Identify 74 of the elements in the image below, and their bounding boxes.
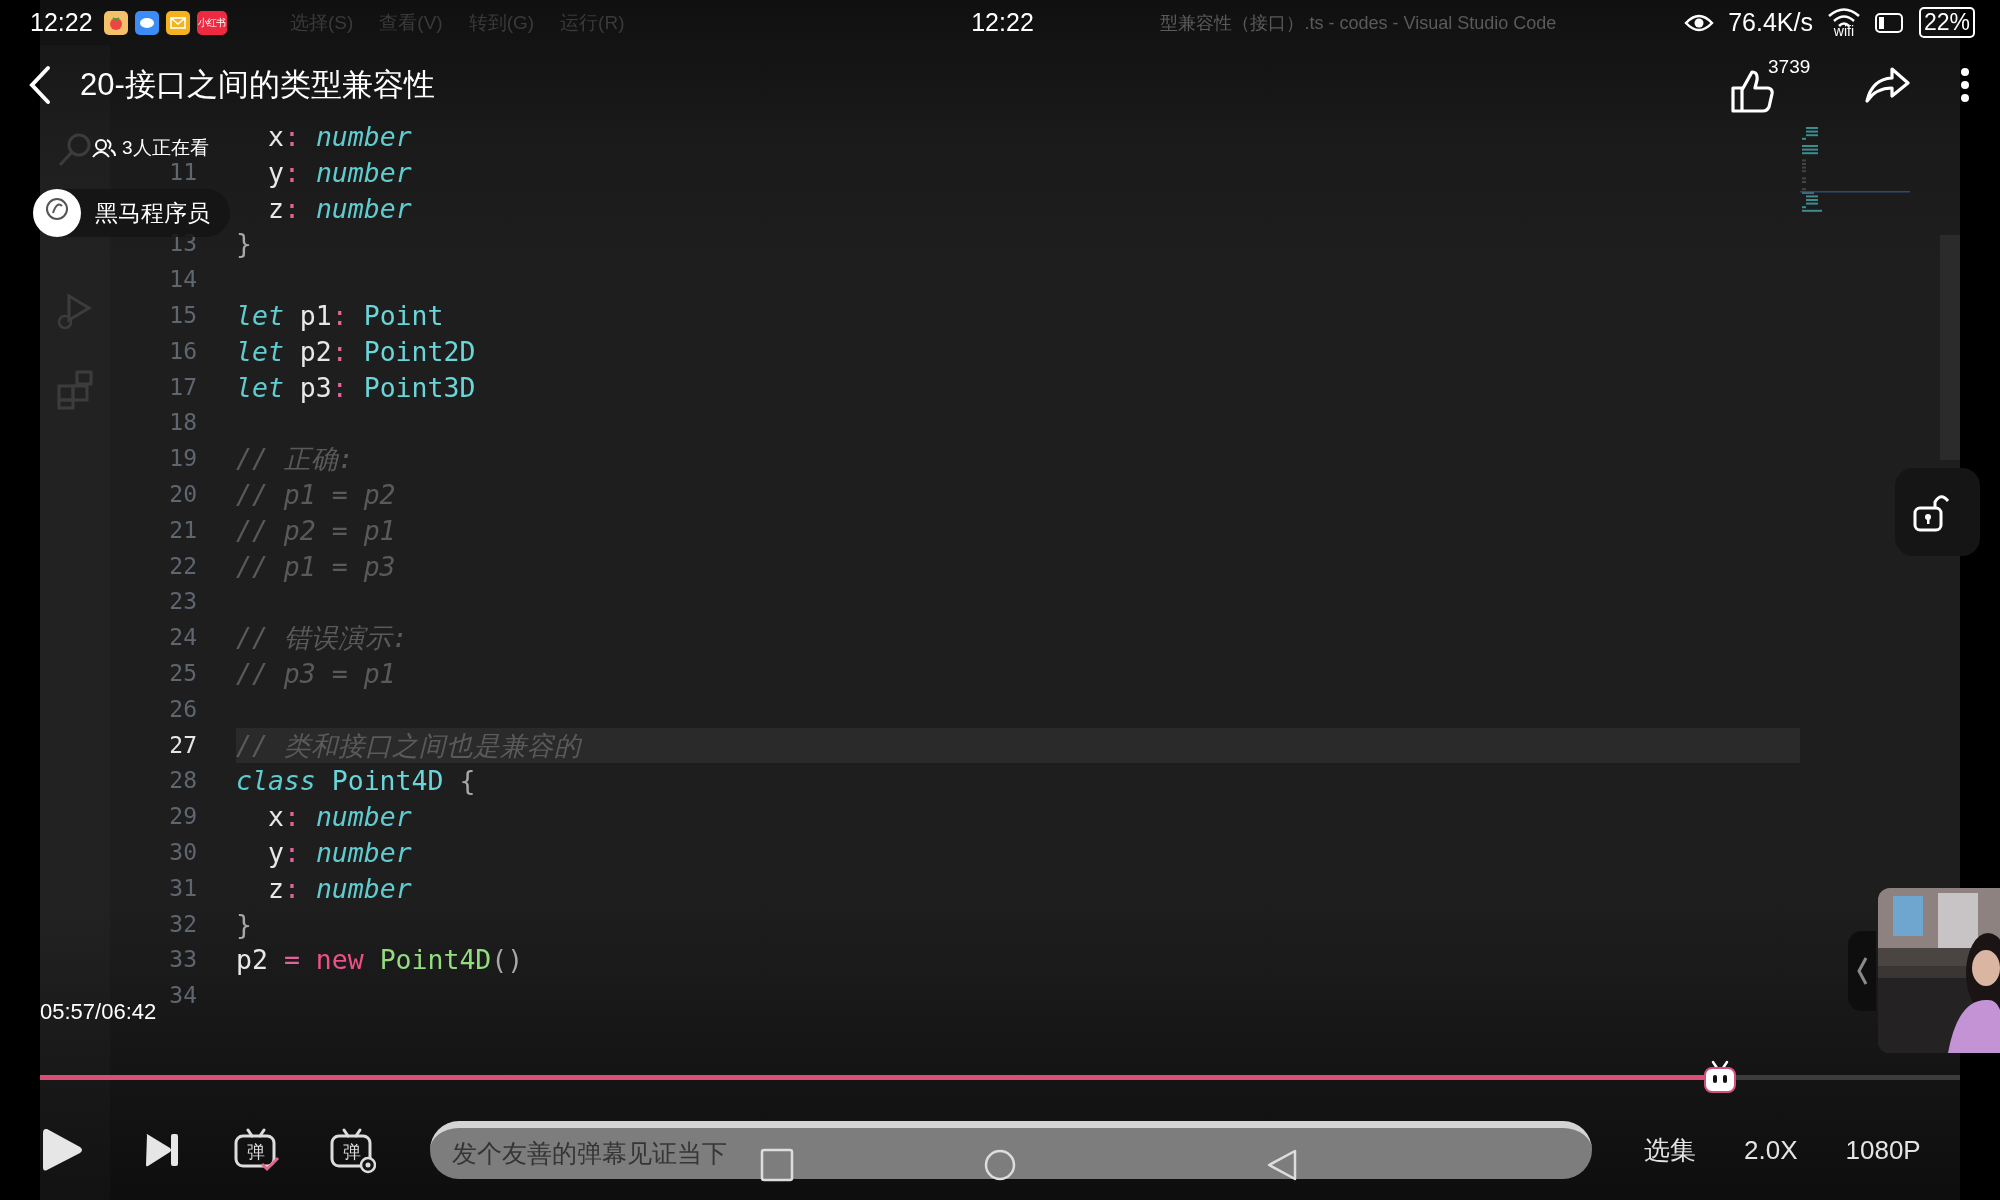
code-line: p2 = new Point4D() (236, 943, 525, 978)
code-line: // 正确: (236, 442, 355, 477)
share-button[interactable] (1864, 65, 1910, 105)
line-number: 20 (169, 479, 197, 509)
episodes-button[interactable]: 选集 (1644, 1132, 1696, 1168)
code-line: // p3 = p1 (236, 656, 397, 691)
line-number: 21 (169, 515, 197, 545)
code-line: // p1 = p2 (236, 477, 397, 512)
line-number: 16 (169, 336, 197, 366)
line-number: 32 (169, 909, 197, 939)
chevron-icon (1856, 955, 1868, 986)
code-line: z: number (268, 191, 413, 226)
code-line: z: number (268, 871, 413, 906)
progress-thumb[interactable] (1702, 1060, 1738, 1094)
code-line: class Point4D { (236, 764, 477, 799)
line-number: 31 (169, 873, 197, 903)
speed-button[interactable]: 2.0X (1744, 1134, 1798, 1166)
battery-icon (1874, 11, 1905, 34)
avatar-icon (33, 189, 81, 237)
code-line: y: number (268, 155, 413, 190)
line-number: 25 (169, 658, 197, 688)
more-button[interactable] (1960, 67, 1970, 103)
line-number: 15 (169, 301, 197, 330)
line-number: 24 (169, 623, 197, 653)
network-speed: 76.4K/s (1728, 8, 1813, 37)
line-number: 17 (169, 372, 197, 402)
line-number: 26 (169, 694, 197, 724)
home-icon[interactable] (983, 1148, 1017, 1182)
code-line: } (236, 907, 253, 942)
video-title: 20-接口之间的类型兼容性 (80, 66, 435, 104)
code-line: let p2: Point2D (236, 334, 477, 369)
back-button[interactable] (28, 65, 52, 105)
next-button[interactable] (144, 1131, 180, 1169)
uploader-chip[interactable]: 黑马程序员 (33, 189, 230, 237)
code-line: // 错误演示: (236, 621, 409, 656)
window-title: 型兼容性（接口）.ts - codes - Visual Studio Code (1160, 11, 1557, 35)
status-time: 12:22 (971, 8, 1034, 37)
line-number: 18 (169, 408, 197, 438)
line-number: 33 (169, 945, 197, 975)
battery-level: 22% (1918, 7, 1975, 38)
back-icon[interactable] (1265, 1148, 1299, 1182)
code-line: let p3: Point3D (236, 370, 477, 405)
screen-lock-button[interactable] (1895, 468, 1980, 556)
quality-button[interactable]: 1080P (1845, 1134, 1921, 1166)
line-number: 22 (169, 551, 197, 581)
scrollbar[interactable] (1940, 235, 1960, 460)
code-line: x: number (268, 800, 413, 835)
line-number: 27 (169, 730, 197, 760)
code-line: let p1: Point (236, 299, 445, 333)
viewer-count: 3人正在看 (122, 136, 209, 160)
line-number: 30 (169, 837, 197, 867)
wifi-label: wifi (1833, 22, 1855, 39)
code-line: x: number (268, 120, 413, 154)
padlock-icon (1913, 492, 1951, 532)
code-line: // p1 = p3 (236, 549, 397, 584)
line-number: 19 (169, 444, 197, 474)
code-line: // p2 = p1 (236, 513, 397, 548)
line-number: 34 (169, 981, 197, 1011)
collapse-button[interactable] (1848, 930, 1876, 1011)
danmaku-input[interactable]: 发个友善的弹幕见证当下 (430, 1121, 1592, 1179)
status-time: 12:22 (30, 8, 93, 37)
like-button[interactable]: 3739 (1730, 56, 1814, 114)
line-number: 28 (169, 766, 197, 796)
playback-time: 05:57/06:42 (40, 999, 157, 1025)
line-number: 11 (169, 157, 197, 187)
code-line: } (236, 227, 253, 262)
extensions-icon (55, 370, 95, 410)
eye-icon (1684, 12, 1715, 33)
code-line: y: number (268, 835, 413, 870)
people-icon (92, 138, 116, 158)
line-number: 23 (169, 587, 197, 617)
line-number: 14 (169, 265, 197, 295)
line-number: 29 (169, 802, 197, 832)
recents-icon[interactable] (760, 1148, 794, 1182)
